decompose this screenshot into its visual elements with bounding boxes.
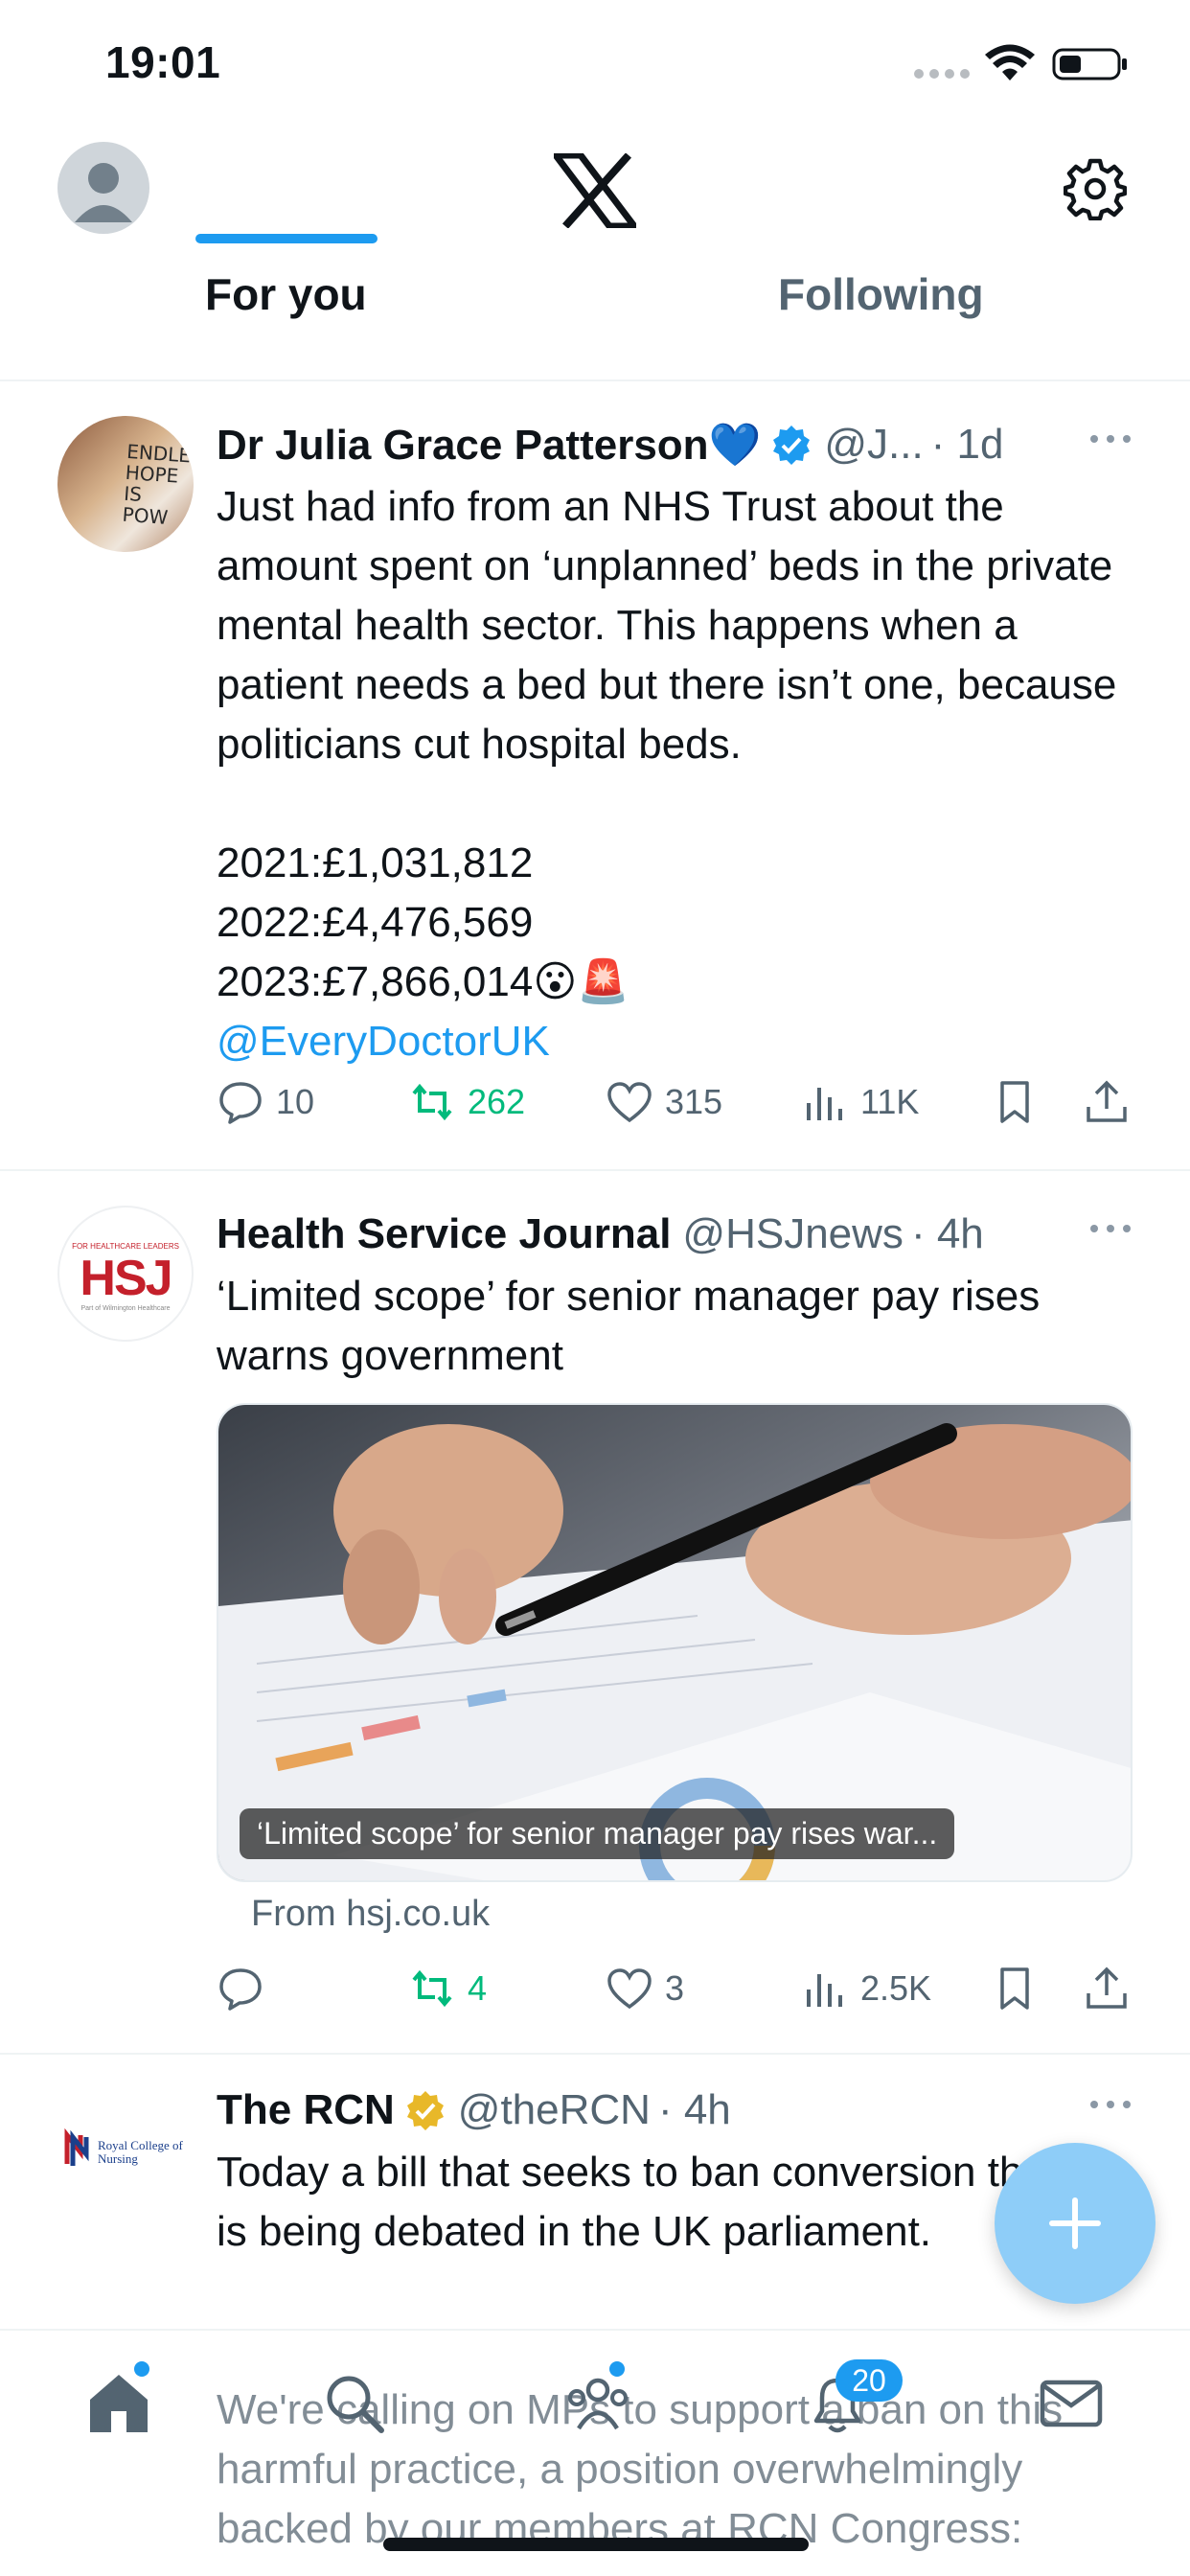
verified-gold-badge-icon bbox=[406, 2091, 444, 2130]
share-icon bbox=[1087, 1966, 1127, 2009]
home-indicator bbox=[383, 2538, 809, 2551]
card-caption: ‘Limited scope’ for senior manager pay r… bbox=[240, 1808, 955, 1859]
signal-dots-icon bbox=[914, 69, 970, 79]
gear-icon[interactable] bbox=[1064, 157, 1127, 220]
views-button[interactable]: 11K bbox=[801, 1078, 919, 1126]
tweet-time: · 1d bbox=[930, 421, 1004, 468]
like-button[interactable]: 3 bbox=[606, 1965, 684, 2012]
divider bbox=[0, 2329, 1190, 2331]
tweet-actions: 4 3 2.5K bbox=[217, 1965, 1133, 2022]
tweet-text: Today a bill that seeks to ban conversio… bbox=[217, 2149, 1129, 2255]
share-icon bbox=[1087, 1080, 1127, 1122]
author-name[interactable]: Health Service Journal bbox=[217, 1210, 671, 1258]
compose-tweet-button[interactable] bbox=[995, 2143, 1156, 2304]
notifications-badge: 20 bbox=[835, 2359, 903, 2402]
status-bar: 19:01 bbox=[0, 0, 1190, 134]
retweet-count: 262 bbox=[468, 1082, 526, 1121]
heart-icon bbox=[607, 1082, 652, 1123]
profile-avatar-button[interactable] bbox=[57, 142, 149, 234]
active-tab-indicator bbox=[195, 234, 378, 243]
bookmark-icon bbox=[1000, 1967, 1029, 2010]
author-handle[interactable]: @theRCN bbox=[458, 2086, 651, 2134]
tab-for-you[interactable]: For you bbox=[205, 268, 367, 383]
home-notification-dot bbox=[134, 2361, 149, 2377]
views-icon bbox=[807, 1974, 842, 2007]
more-options-icon[interactable] bbox=[1088, 429, 1133, 448]
avatar-sign-text: ENDLESS HOPE IS POW bbox=[121, 439, 194, 529]
tab-following[interactable]: Following bbox=[778, 268, 984, 383]
avatar-footer: Part of Wilmington Healthcare bbox=[80, 1305, 171, 1312]
more-options-icon[interactable] bbox=[1088, 2095, 1133, 2114]
tweet-header: Dr Julia Grace Patterson💙 @J... · 1d bbox=[217, 412, 1133, 477]
divider bbox=[0, 1169, 1190, 1171]
author-name[interactable]: Dr Julia Grace Patterson💙 bbox=[217, 420, 761, 470]
home-icon[interactable] bbox=[84, 2369, 153, 2438]
share-button[interactable] bbox=[1083, 1965, 1142, 2012]
tweet-time: · 4h bbox=[910, 1210, 984, 1257]
views-count: 2.5K bbox=[860, 1968, 932, 2008]
bookmark-button[interactable] bbox=[991, 1078, 1050, 1126]
reply-button[interactable]: 10 bbox=[217, 1078, 314, 1126]
divider bbox=[0, 380, 1190, 381]
views-count: 11K bbox=[860, 1082, 920, 1121]
reply-button[interactable] bbox=[217, 1965, 276, 2012]
communities-icon[interactable] bbox=[563, 2369, 632, 2438]
link-card-image[interactable]: ‘Limited scope’ for senior manager pay r… bbox=[217, 1403, 1133, 1882]
card-source[interactable]: From hsj.co.uk bbox=[251, 1894, 490, 1935]
tweet-author-avatar[interactable]: FOR HEALTHCARE LEADERS HSJ Part of Wilmi… bbox=[57, 1206, 194, 1342]
communities-notification-dot bbox=[609, 2361, 625, 2377]
reply-icon bbox=[219, 1082, 262, 1124]
tweet-text: ‘Limited scope’ for senior manager pay r… bbox=[217, 1273, 1041, 1379]
share-button[interactable] bbox=[1083, 1078, 1142, 1126]
tweet-time: · 4h bbox=[657, 2086, 731, 2133]
tweet-text: Just had info from an NHS Trust about th… bbox=[217, 483, 1117, 1005]
mention-link[interactable]: @EveryDoctorUK bbox=[217, 1012, 1133, 1071]
like-count: 315 bbox=[665, 1082, 723, 1121]
author-name[interactable]: The RCN bbox=[217, 2086, 395, 2134]
status-time: 19:01 bbox=[105, 37, 221, 87]
app-header: For you Following bbox=[0, 134, 1190, 383]
tweet-header: The RCN @theRCN · 4h bbox=[217, 2078, 1133, 2143]
views-icon bbox=[807, 1088, 842, 1120]
rcn-logo-text: Royal College of Nursing bbox=[98, 2138, 183, 2166]
retweet-icon bbox=[412, 1969, 452, 2008]
wifi-icon bbox=[985, 44, 1035, 80]
verified-badge-icon bbox=[773, 426, 811, 465]
hsj-logo: HSJ bbox=[80, 1251, 172, 1306]
messages-mail-icon[interactable] bbox=[1037, 2369, 1106, 2438]
tweet-header: Health Service Journal @HSJnews · 4h bbox=[217, 1202, 1133, 1267]
views-button[interactable]: 2.5K bbox=[801, 1965, 931, 2012]
battery-icon bbox=[1052, 48, 1127, 80]
like-button[interactable]: 315 bbox=[606, 1078, 722, 1126]
reply-icon bbox=[219, 1968, 262, 2011]
bookmark-icon bbox=[1000, 1081, 1029, 1123]
search-icon[interactable] bbox=[320, 2369, 389, 2438]
x-logo-icon bbox=[554, 153, 636, 228]
author-handle[interactable]: @J... bbox=[824, 421, 923, 469]
reply-count: 10 bbox=[276, 1082, 315, 1121]
default-avatar-icon bbox=[75, 163, 132, 222]
retweet-count: 4 bbox=[468, 1968, 488, 2008]
retweet-icon bbox=[412, 1083, 452, 1121]
divider bbox=[0, 2053, 1190, 2055]
tweet-actions: 10 262 315 11K bbox=[217, 1078, 1133, 1136]
heart-icon bbox=[607, 1968, 652, 2010]
author-handle[interactable]: @HSJnews bbox=[682, 1210, 904, 1258]
tweet-author-avatar[interactable]: ENDLESS HOPE IS POW bbox=[57, 416, 194, 552]
like-count: 3 bbox=[665, 1968, 685, 2008]
tweet-author-avatar[interactable]: Royal College of Nursing bbox=[57, 2082, 194, 2218]
plus-icon bbox=[1049, 2197, 1101, 2249]
more-options-icon[interactable] bbox=[1088, 1219, 1133, 1238]
bookmark-button[interactable] bbox=[991, 1965, 1050, 2012]
retweet-button[interactable]: 262 bbox=[408, 1078, 525, 1126]
retweet-button[interactable]: 4 bbox=[408, 1965, 487, 2012]
